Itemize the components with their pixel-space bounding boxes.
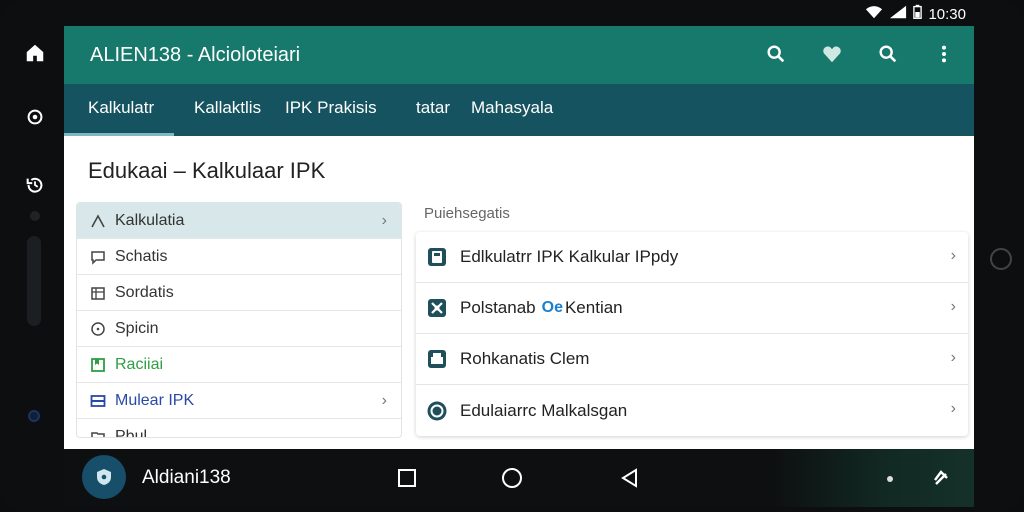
menu-item-pbul[interactable]: Pbul bbox=[77, 419, 401, 438]
more-vert-icon[interactable] bbox=[930, 40, 958, 68]
folder-icon bbox=[89, 428, 107, 437]
left-rail bbox=[0, 0, 64, 512]
search-icon-secondary[interactable] bbox=[874, 40, 902, 68]
home-circle-icon[interactable] bbox=[499, 465, 525, 491]
device-frame: 10:30 ALIEN138 - Alcioloteiari Kalkulatr… bbox=[0, 0, 1024, 512]
app-bar: ALIEN138 - Alcioloteiari bbox=[64, 26, 974, 84]
menu-item-label: Spicin bbox=[115, 319, 159, 337]
bookmark-icon bbox=[89, 356, 107, 374]
list-item-edulaiarrc[interactable]: Edulaiarrc Malkalsgan › bbox=[416, 385, 968, 436]
list-item-label-2: Kentian bbox=[564, 298, 623, 317]
section-caption: Puiehsegatis bbox=[424, 205, 510, 222]
chevron-right-icon: › bbox=[950, 349, 956, 366]
chevron-right-icon: › bbox=[381, 392, 387, 409]
list-item-label: Edulaiarrc Malkalsgan bbox=[460, 400, 628, 420]
shield-app-icon bbox=[97, 469, 111, 485]
printer-icon bbox=[426, 348, 448, 370]
recents-icon[interactable] bbox=[394, 465, 420, 491]
tab-tatar[interactable]: tatar bbox=[416, 84, 450, 136]
main-content: Edukaai – Kalkulaar IPK Kalkulatia › Sch… bbox=[64, 136, 974, 449]
menu-item-spicin[interactable]: Spicin bbox=[77, 311, 401, 347]
list-item-label: Polstanab bbox=[460, 298, 536, 317]
status-time: 10:30 bbox=[928, 5, 966, 23]
front-camera-ring bbox=[990, 248, 1012, 270]
search-icon[interactable] bbox=[762, 40, 790, 68]
tab-bar: Kalkulatr Kallaktlis IPK Prakisis tatar … bbox=[64, 84, 974, 136]
tab-kalkulatr[interactable]: Kalkulatr bbox=[88, 84, 154, 136]
card-icon bbox=[89, 392, 107, 410]
menu-item-label: Mulear IPK bbox=[115, 391, 195, 409]
wifi-icon bbox=[865, 4, 883, 24]
app-shortcut-button[interactable] bbox=[82, 455, 126, 499]
tab-ipk-prakisis[interactable]: IPK Prakisis bbox=[285, 84, 377, 136]
speaker-slot bbox=[27, 236, 41, 326]
menu-item-schatis[interactable]: Schatis bbox=[77, 239, 401, 275]
chevron-right-icon: › bbox=[950, 400, 956, 417]
list-item-rohkanatis[interactable]: Rohkanatis Clem › bbox=[416, 334, 968, 385]
app-shortcut-label: Aldiani138 bbox=[142, 467, 231, 488]
tab-kallaktlis[interactable]: Kallaktlis bbox=[194, 84, 261, 136]
list-item-polstanab[interactable]: Polstanab Oe Kentian › bbox=[416, 283, 968, 334]
list-item-label: Rohkanatis Clem bbox=[460, 349, 590, 368]
menu-item-sordatis[interactable]: Sordatis bbox=[77, 275, 401, 311]
list-item-badge: Oe bbox=[541, 299, 563, 316]
page-title: Edukaai – Kalkulaar IPK bbox=[88, 158, 326, 183]
right-card-list: Edlkulatrr IPK Kalkular IPpdy › Polstana… bbox=[416, 232, 968, 436]
clock-icon bbox=[89, 320, 107, 338]
shield-icon bbox=[426, 400, 448, 422]
chevron-right-icon: › bbox=[950, 247, 956, 264]
menu-item-kalkulatia[interactable]: Kalkulatia › bbox=[77, 203, 401, 239]
app-title: ALIEN138 - Alcioloteiari bbox=[90, 44, 301, 66]
chat-icon bbox=[89, 248, 107, 266]
back-icon[interactable] bbox=[617, 465, 643, 491]
status-bar: 10:30 bbox=[64, 0, 974, 26]
menu-item-label: Sordatis bbox=[115, 283, 174, 301]
chart-icon bbox=[89, 212, 107, 230]
navigation-bar: Aldiani138 bbox=[64, 449, 974, 507]
chevron-right-icon: › bbox=[950, 298, 956, 315]
left-menu-list: Kalkulatia › Schatis Sordatis Spicin Rac… bbox=[76, 202, 402, 438]
sensor-dot bbox=[30, 211, 40, 221]
menu-item-label: Kalkulatia bbox=[115, 211, 185, 229]
list-item-label: Edlkulatrr IPK Kalkular IPpdy bbox=[460, 247, 679, 266]
tab-mahasyala[interactable]: Mahasyala bbox=[471, 84, 553, 136]
home-icon[interactable] bbox=[20, 38, 50, 68]
signal-icon bbox=[889, 4, 907, 24]
chevron-right-icon: › bbox=[381, 212, 387, 229]
calendar-icon bbox=[89, 284, 107, 302]
menu-item-mulear-ipk[interactable]: Mulear IPK › bbox=[77, 383, 401, 419]
battery-icon bbox=[913, 4, 923, 24]
network-icon bbox=[426, 297, 448, 319]
menu-item-label: Raciiai bbox=[115, 355, 164, 373]
indicator-dot bbox=[887, 476, 893, 482]
settings-icon[interactable] bbox=[20, 102, 50, 132]
calculator-icon bbox=[426, 246, 448, 268]
favorite-icon[interactable] bbox=[818, 40, 846, 68]
menu-item-raciiai[interactable]: Raciiai bbox=[77, 347, 401, 383]
menu-item-label: Schatis bbox=[115, 247, 168, 265]
rotate-icon[interactable] bbox=[928, 465, 954, 491]
camera-icon bbox=[28, 410, 40, 422]
history-icon[interactable] bbox=[20, 170, 50, 200]
menu-item-label: Pbul bbox=[115, 427, 148, 438]
list-item-edlkulatrr[interactable]: Edlkulatrr IPK Kalkular IPpdy › bbox=[416, 232, 968, 283]
